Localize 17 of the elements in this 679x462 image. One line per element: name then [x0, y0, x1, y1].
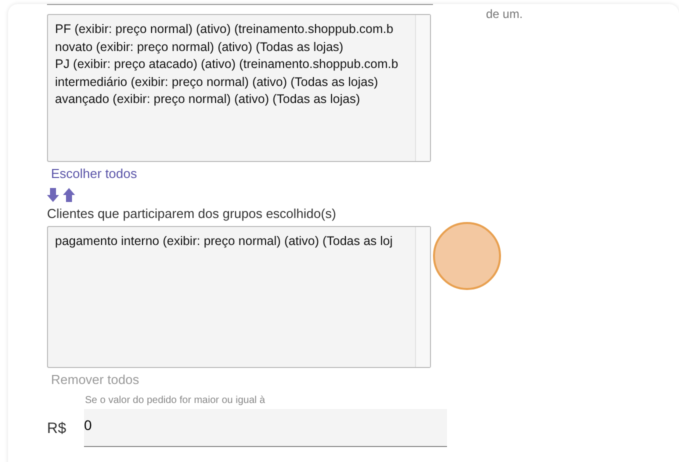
- group-option[interactable]: intermediário (exibir: preço normal) (ativo) (Todas as lojas): [55, 74, 415, 91]
- order-value-hint: Se o valor do pedido for maior ou igual à: [85, 395, 266, 406]
- move-arrows-icon[interactable]: [47, 188, 75, 202]
- chosen-groups-label: Clientes que participarem dos grupos escolhido(s): [47, 206, 338, 221]
- side-note: de um.: [486, 7, 523, 21]
- group-option[interactable]: avançado (exibir: preço normal) (ativo) (Todas as lojas): [55, 91, 415, 108]
- group-option[interactable]: PF (exibir: preço normal) (ativo) (treinamento.shoppub.com.b: [55, 21, 415, 38]
- scrollbar[interactable]: [415, 227, 430, 367]
- group-option[interactable]: novato (exibir: preço normal) (ativo) (Todas as lojas): [55, 38, 415, 56]
- chosen-groups-list[interactable]: pagamento interno (exibir: preço normal) (ativo) (Todas as loj: [47, 226, 431, 368]
- order-value-input[interactable]: 0: [84, 409, 447, 447]
- currency-label: R$: [47, 420, 68, 436]
- group-option[interactable]: pagamento interno (exibir: preço normal) (ativo) (Todas as loj: [55, 233, 415, 250]
- scrollbar[interactable]: [415, 15, 430, 161]
- available-groups-list[interactable]: [47, 14, 431, 162]
- choose-all-link[interactable]: Escolher todos: [51, 166, 137, 181]
- group-option[interactable]: PJ (exibir: preço atacado) (ativo) (treinamento.shoppub.com.b: [55, 56, 415, 74]
